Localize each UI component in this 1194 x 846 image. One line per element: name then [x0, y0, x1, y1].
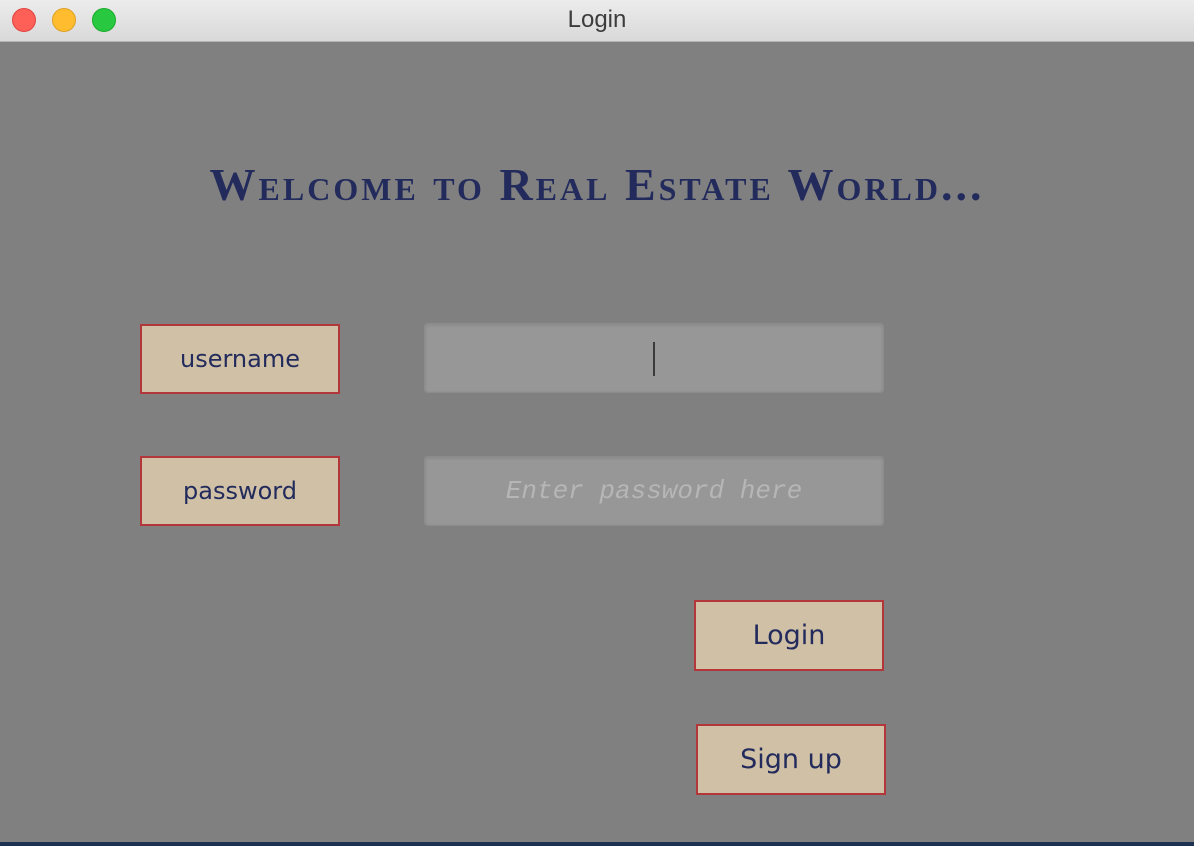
text-cursor [653, 342, 655, 376]
login-window: Login Welcome to Real Estate World... us… [0, 0, 1194, 842]
desktop-background [0, 842, 1194, 846]
username-label: username [140, 324, 340, 394]
login-button[interactable]: Login [694, 600, 884, 671]
window-title: Login [567, 6, 627, 33]
password-input[interactable] [424, 456, 884, 526]
title-bar[interactable]: Login [0, 0, 1194, 42]
welcome-heading: Welcome to Real Estate World... [209, 159, 985, 210]
signup-button[interactable]: Sign up [696, 724, 886, 795]
password-label: password [140, 456, 340, 526]
